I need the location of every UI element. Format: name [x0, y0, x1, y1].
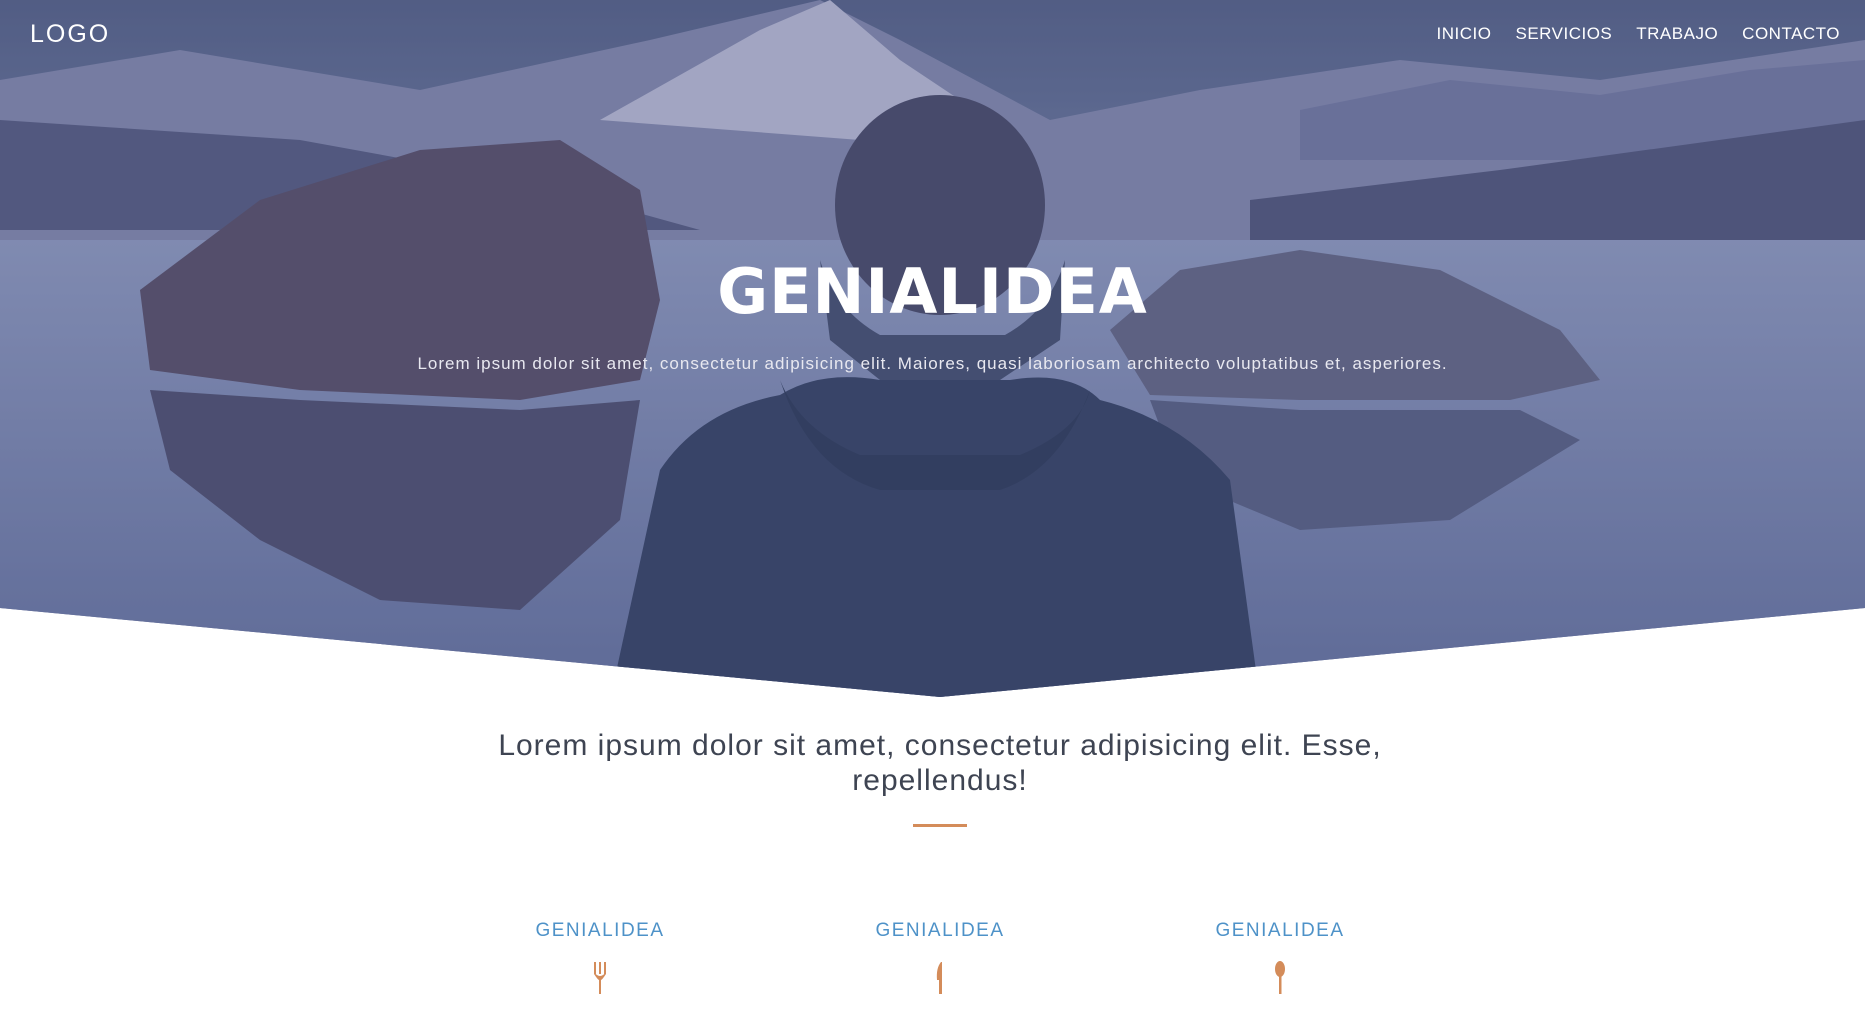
nav-menu: INICIO SERVICIOS TRABAJO CONTACTO: [1437, 24, 1840, 44]
hero-background-image: [0, 0, 1865, 697]
fork-icon: [594, 962, 606, 994]
hero-section: LOGO INICIO SERVICIOS TRABAJO CONTACTO G…: [0, 0, 1865, 697]
nav-item-trabajo[interactable]: TRABAJO: [1636, 24, 1718, 44]
feature-card: GENIALIDEA: [820, 920, 1060, 996]
nav-item-servicios[interactable]: SERVICIOS: [1515, 24, 1612, 44]
feature-card: GENIALIDEA: [1160, 920, 1400, 996]
feature-title: GENIALIDEA: [1215, 920, 1345, 941]
hero-title: GENIALIDEA: [717, 255, 1148, 328]
top-navigation: LOGO INICIO SERVICIOS TRABAJO CONTACTO: [0, 0, 1865, 70]
spoon-icon: [1275, 961, 1285, 994]
nav-item-inicio[interactable]: INICIO: [1437, 24, 1492, 44]
nav-item-contacto[interactable]: CONTACTO: [1742, 24, 1840, 44]
feature-title: GENIALIDEA: [875, 920, 1005, 941]
logo[interactable]: LOGO: [30, 20, 110, 49]
accent-divider: [913, 824, 967, 827]
feature-title: GENIALIDEA: [535, 920, 665, 941]
feature-card: GENIALIDEA: [480, 920, 720, 996]
knife-icon: [936, 962, 942, 994]
intro-text: Lorem ipsum dolor sit amet, consectetur …: [498, 729, 1382, 797]
hero-subtitle: Lorem ipsum dolor sit amet, consectetur …: [417, 354, 1448, 373]
